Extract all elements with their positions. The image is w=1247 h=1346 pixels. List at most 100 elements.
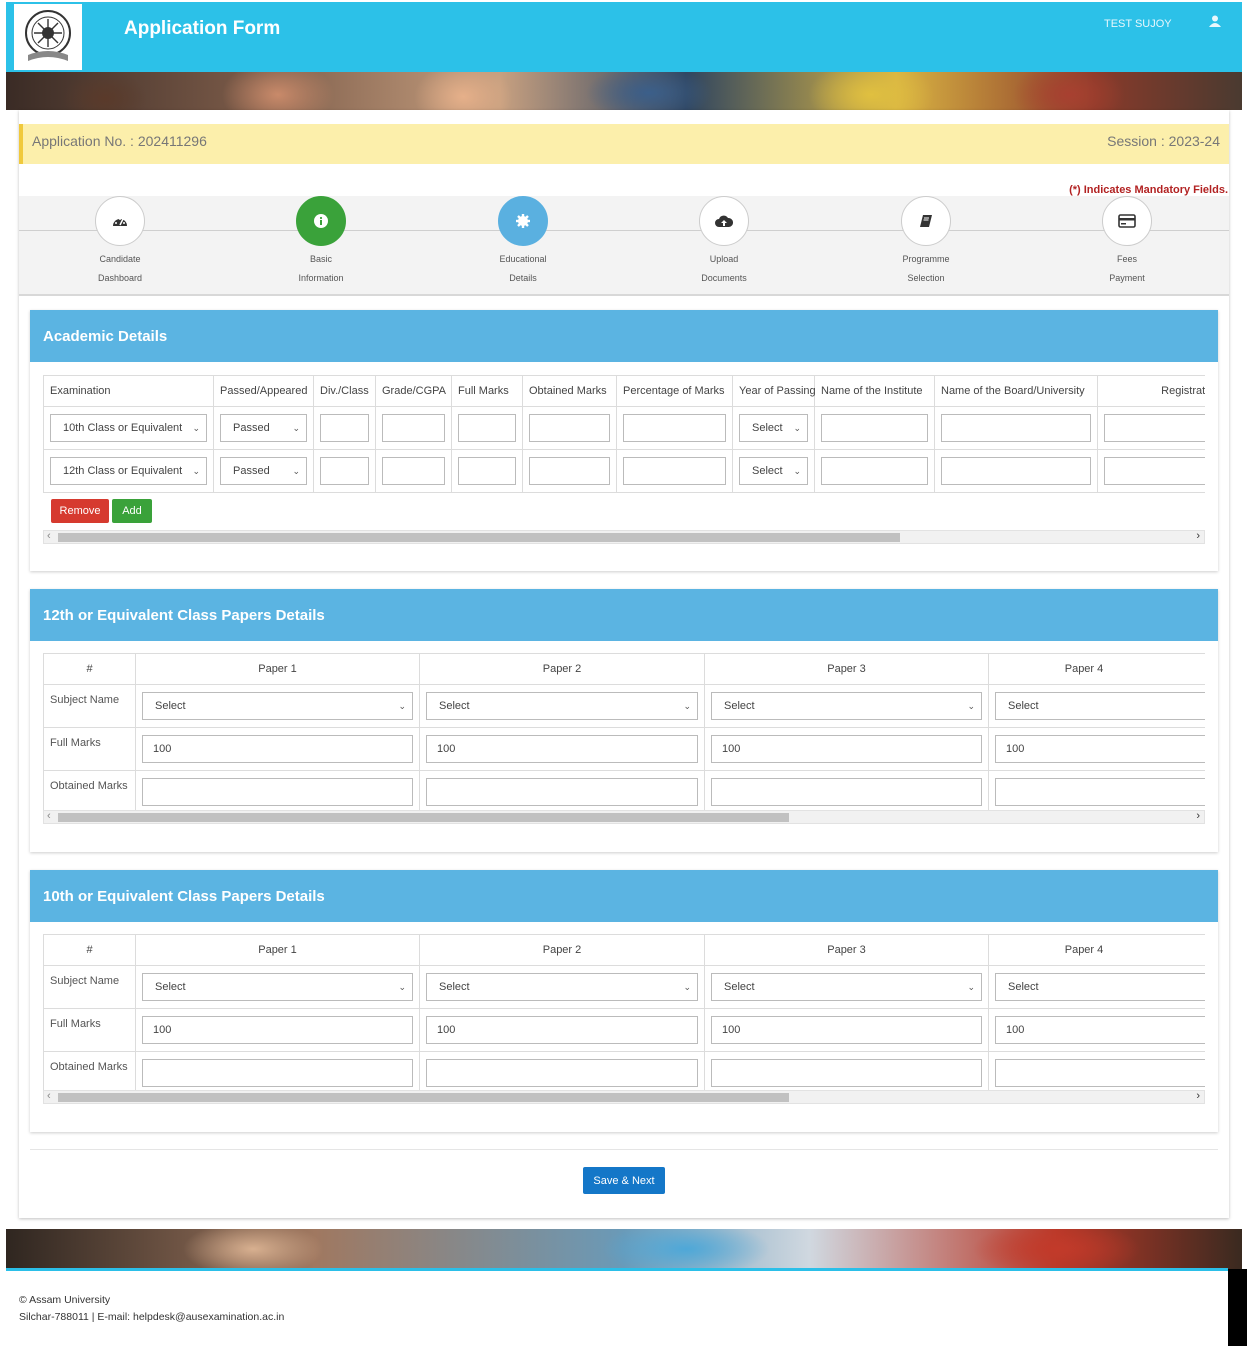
papers-12th-table: # Paper 1 Paper 2 Paper 3 Paper 4 Subjec… (43, 653, 1205, 810)
chevron-down-icon: ⌄ (683, 981, 691, 992)
scroll-left-icon[interactable]: ‹ (47, 810, 51, 822)
col-paper-4: Paper 4 (988, 653, 1205, 685)
full-marks-input[interactable]: 100 (711, 1016, 982, 1044)
full-marks-input[interactable]: 100 (426, 735, 698, 763)
scroll-thumb[interactable] (58, 533, 900, 542)
remove-row-button[interactable]: Remove (51, 499, 109, 523)
status-select[interactable]: Passed ⌄ (220, 414, 307, 442)
academic-scrollbar[interactable]: ‹ › (43, 530, 1205, 544)
div-class-input[interactable] (320, 457, 369, 485)
subject-select[interactable]: Select⌄ (142, 973, 413, 1001)
subject-select[interactable]: Select⌄ (426, 973, 698, 1001)
col-paper-4: Paper 4 (988, 934, 1205, 966)
col-full-marks: Full Marks (451, 375, 523, 407)
chevron-down-icon: ⌄ (967, 700, 975, 711)
obtained-marks-input[interactable] (529, 414, 610, 442)
step-educational-details[interactable]: Educational Details (463, 196, 583, 288)
col-paper-1: Paper 1 (135, 653, 420, 685)
percentage-input[interactable] (623, 414, 726, 442)
scroll-right-icon[interactable]: › (1196, 530, 1200, 542)
form-divider (30, 1149, 1218, 1150)
application-number: Application No. : 202411296 (32, 133, 207, 149)
grade-input[interactable] (382, 414, 445, 442)
full-marks-input[interactable] (458, 414, 516, 442)
examination-select[interactable]: 10th Class or Equivalent ⌄ (50, 414, 207, 442)
status-select[interactable]: Passed ⌄ (220, 457, 307, 485)
obtained-marks-input[interactable] (142, 1059, 413, 1087)
papers-12th-panel: 12th or Equivalent Class Papers Details … (30, 589, 1218, 852)
full-marks-input[interactable]: 100 (995, 1016, 1205, 1044)
year-select[interactable]: Select ⌄ (739, 457, 808, 485)
institute-input[interactable] (821, 457, 928, 485)
step-upload-documents[interactable]: Upload Documents (664, 196, 784, 288)
scroll-thumb[interactable] (58, 813, 789, 822)
edge-shadow (1228, 1269, 1247, 1346)
save-next-button[interactable]: Save & Next (583, 1167, 665, 1194)
col-hash: # (43, 653, 136, 685)
board-input[interactable] (941, 457, 1091, 485)
obtained-marks-input[interactable] (426, 1059, 698, 1087)
div-class-input[interactable] (320, 414, 369, 442)
row-label-obtained-marks: Obtained Marks (43, 1051, 136, 1091)
step-fees-payment[interactable]: Fees Payment (1067, 196, 1187, 288)
full-marks-input[interactable]: 100 (426, 1016, 698, 1044)
add-row-button[interactable]: Add (112, 499, 152, 523)
col-paper-2: Paper 2 (419, 934, 705, 966)
subject-select[interactable]: Select⌄ (711, 692, 982, 720)
full-marks-input[interactable] (458, 457, 516, 485)
full-marks-input[interactable]: 100 (142, 1016, 413, 1044)
obtained-marks-input[interactable] (995, 778, 1205, 806)
percentage-input[interactable] (623, 457, 726, 485)
user-icon[interactable] (1209, 14, 1221, 32)
obtained-marks-input[interactable] (142, 778, 413, 806)
scroll-thumb[interactable] (58, 1093, 789, 1102)
grade-input[interactable] (382, 457, 445, 485)
row-label-obtained-marks: Obtained Marks (43, 770, 136, 810)
registration-input[interactable] (1104, 414, 1205, 442)
subject-select[interactable]: Select⌄ (995, 692, 1205, 720)
papers-12th-scrollbar[interactable]: ‹ › (43, 810, 1205, 824)
obtained-marks-input[interactable] (426, 778, 698, 806)
col-hash: # (43, 934, 136, 966)
scroll-left-icon[interactable]: ‹ (47, 530, 51, 542)
row-label-full-marks: Full Marks (43, 1008, 136, 1052)
subject-select[interactable]: Select⌄ (426, 692, 698, 720)
col-paper-2: Paper 2 (419, 653, 705, 685)
obtained-marks-input[interactable] (711, 778, 982, 806)
footer: © Assam University Silchar-788011 | E-ma… (19, 1292, 284, 1326)
registration-input[interactable] (1104, 457, 1205, 485)
step-label: Educational Details (499, 254, 547, 283)
papers-header-row: # Paper 1 Paper 2 Paper 3 Paper 4 (43, 934, 1205, 966)
university-logo (14, 4, 82, 70)
subject-select[interactable]: Select⌄ (142, 692, 413, 720)
footer-rule (6, 1268, 1228, 1271)
year-select[interactable]: Select ⌄ (739, 414, 808, 442)
full-marks-input[interactable]: 100 (995, 735, 1205, 763)
scroll-right-icon[interactable]: › (1196, 1090, 1200, 1102)
table-row: Obtained Marks (43, 1051, 1205, 1091)
full-marks-input[interactable]: 100 (142, 735, 413, 763)
obtained-marks-input[interactable] (995, 1059, 1205, 1087)
chevron-down-icon: ⌄ (683, 700, 691, 711)
user-name[interactable]: TEST SUJOY (1104, 18, 1172, 30)
academic-table-wrap: Examination Passed/Appeared Div./Class G… (43, 375, 1205, 493)
scroll-left-icon[interactable]: ‹ (47, 1090, 51, 1102)
institute-input[interactable] (821, 414, 928, 442)
full-marks-input[interactable]: 100 (711, 735, 982, 763)
row-label-subject: Subject Name (43, 965, 136, 1009)
subject-select[interactable]: Select⌄ (995, 973, 1205, 1001)
chevron-down-icon: ⌄ (192, 465, 200, 476)
step-programme-selection[interactable]: Programme Selection (866, 196, 986, 288)
step-candidate-dashboard[interactable]: Candidate Dashboard (60, 196, 180, 288)
academic-table: Examination Passed/Appeared Div./Class G… (43, 375, 1205, 493)
step-label: Fees Payment (1109, 254, 1145, 283)
obtained-marks-input[interactable] (529, 457, 610, 485)
examination-select[interactable]: 12th Class or Equivalent ⌄ (50, 457, 207, 485)
subject-select[interactable]: Select⌄ (711, 973, 982, 1001)
scroll-right-icon[interactable]: › (1196, 810, 1200, 822)
obtained-marks-input[interactable] (711, 1059, 982, 1087)
board-input[interactable] (941, 414, 1091, 442)
step-basic-information[interactable]: Basic Information (261, 196, 381, 288)
papers-10th-scrollbar[interactable]: ‹ › (43, 1090, 1205, 1104)
step-label: Upload Documents (701, 254, 747, 283)
